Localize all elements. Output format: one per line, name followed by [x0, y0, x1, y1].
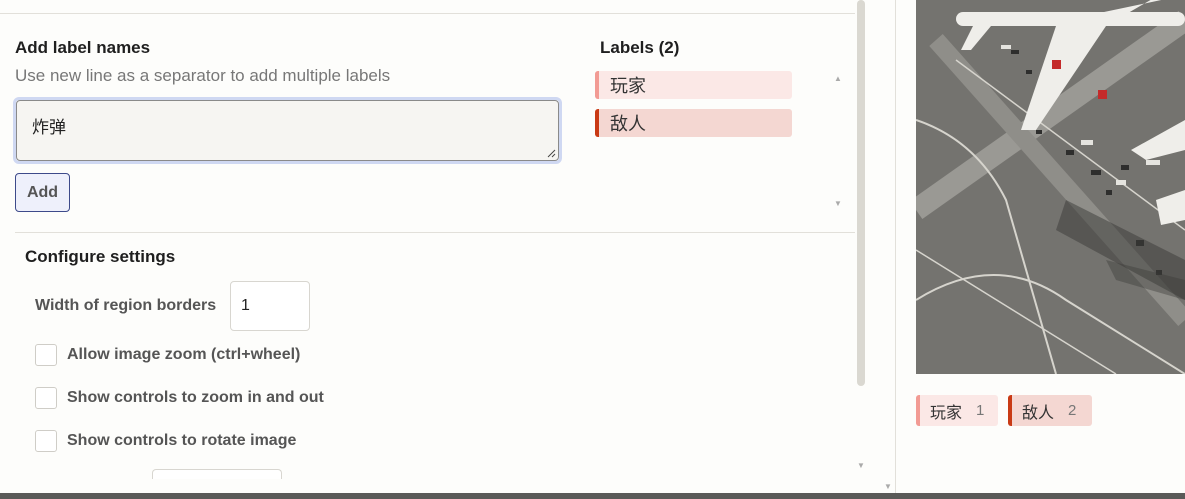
annotation-image[interactable] — [916, 0, 1185, 374]
rotate-controls-option[interactable]: Show controls to rotate image — [35, 430, 296, 452]
scroll-down-icon[interactable]: ▼ — [834, 199, 842, 208]
settings-panel: Add label names Use new line as a separa… — [0, 0, 895, 493]
label-textarea-focus-ring: 炸弹 — [13, 97, 562, 164]
bottom-bar — [0, 493, 1185, 499]
scroll-down-icon[interactable]: ▼ — [857, 461, 865, 470]
panel-separator — [895, 0, 896, 493]
zoom-wheel-checkbox[interactable] — [35, 344, 57, 366]
label-item[interactable]: 玩家 — [595, 71, 792, 99]
scroll-up-icon[interactable]: ▲ — [834, 74, 842, 83]
scrollbar-thumb[interactable] — [857, 0, 865, 386]
add-labels-description: Use new line as a separator to add multi… — [15, 66, 391, 85]
border-width-input[interactable]: 1 — [230, 281, 310, 331]
border-width-label: Width of region borders — [35, 297, 217, 314]
zoom-controls-checkbox[interactable] — [35, 387, 57, 409]
divider — [0, 13, 855, 14]
legend-item[interactable]: 敌人 2 — [1008, 395, 1092, 426]
legend-item-count: 1 — [976, 402, 985, 419]
zoom-controls-label: Show controls to zoom in and out — [67, 389, 324, 406]
rotate-controls-label: Show controls to rotate image — [67, 432, 297, 449]
label-item-text: 敌人 — [610, 114, 646, 134]
legend-item[interactable]: 玩家 1 — [916, 395, 998, 426]
add-button[interactable]: Add — [15, 173, 70, 212]
divider — [15, 232, 855, 233]
airport-aerial-image — [916, 0, 1185, 374]
label-item-text: 玩家 — [610, 76, 646, 96]
resize-grip-icon[interactable] — [547, 149, 556, 158]
label-names-textarea[interactable]: 炸弹 — [16, 100, 559, 161]
zoom-wheel-label: Allow image zoom (ctrl+wheel) — [67, 346, 301, 363]
configure-settings-title: Configure settings — [25, 247, 176, 266]
labels-title: Labels (2) — [600, 38, 680, 57]
rotate-controls-checkbox[interactable] — [35, 430, 57, 452]
partial-input[interactable] — [152, 469, 282, 479]
label-item[interactable]: 敌人 — [595, 109, 792, 137]
zoom-wheel-option[interactable]: Allow image zoom (ctrl+wheel) — [35, 344, 300, 366]
app-root: Add label names Use new line as a separa… — [0, 0, 1185, 499]
add-labels-title: Add label names — [15, 38, 151, 57]
legend-item-count: 2 — [1068, 402, 1077, 419]
scroll-down-icon[interactable]: ▼ — [884, 482, 892, 491]
legend-item-label: 玩家 — [930, 404, 963, 422]
legend-item-label: 敌人 — [1022, 404, 1055, 422]
zoom-controls-option[interactable]: Show controls to zoom in and out — [35, 387, 324, 409]
